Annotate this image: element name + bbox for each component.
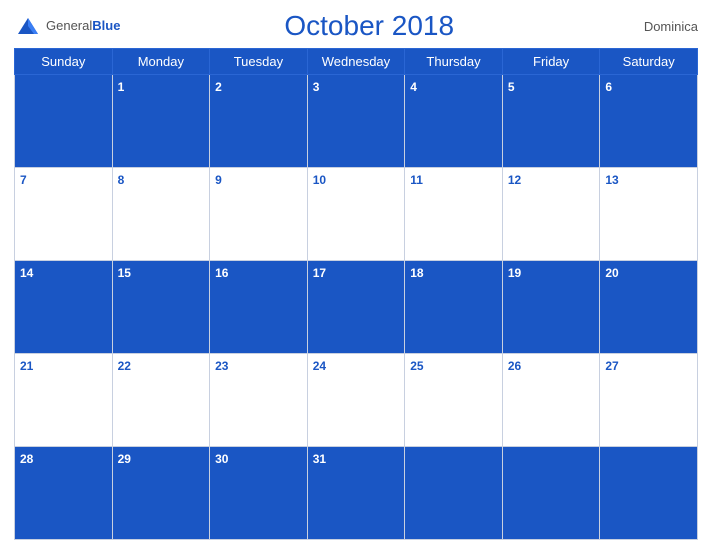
- calendar-cell: 9: [210, 168, 308, 261]
- day-number: 21: [20, 359, 33, 373]
- day-number: 29: [118, 452, 131, 466]
- day-header-thursday: Thursday: [405, 49, 503, 75]
- calendar-cell: 29: [112, 447, 210, 540]
- logo: GeneralBlue: [14, 12, 120, 40]
- week-row-3: 14 15 16 17 18 19 20: [15, 261, 698, 354]
- calendar-cell: 12: [502, 168, 600, 261]
- calendar-page: GeneralBlue October 2018 Dominica Sunday…: [0, 0, 712, 550]
- calendar-cell: 10: [307, 168, 405, 261]
- calendar-cell: 7: [15, 168, 113, 261]
- day-number: 24: [313, 359, 326, 373]
- day-number: 22: [118, 359, 131, 373]
- day-number: 4: [410, 80, 417, 94]
- calendar-table: SundayMondayTuesdayWednesdayThursdayFrid…: [14, 48, 698, 540]
- day-number: 6: [605, 80, 612, 94]
- day-number: 5: [508, 80, 515, 94]
- week-row-2: 7 8 9 10 11 12 13: [15, 168, 698, 261]
- day-number: 30: [215, 452, 228, 466]
- calendar-cell: [405, 447, 503, 540]
- day-number: 14: [20, 266, 33, 280]
- calendar-cell: 5: [502, 75, 600, 168]
- day-number: 13: [605, 173, 618, 187]
- calendar-cell: 3: [307, 75, 405, 168]
- calendar-cell: 14: [15, 261, 113, 354]
- calendar-cell: 23: [210, 354, 308, 447]
- day-number: 8: [118, 173, 125, 187]
- calendar-cell: [502, 447, 600, 540]
- day-number: 25: [410, 359, 423, 373]
- day-header-friday: Friday: [502, 49, 600, 75]
- calendar-cell: 8: [112, 168, 210, 261]
- day-number: 2: [215, 80, 222, 94]
- day-number: 3: [313, 80, 320, 94]
- calendar-cell: 18: [405, 261, 503, 354]
- logo-general: General: [46, 18, 92, 33]
- calendar-cell: [600, 447, 698, 540]
- calendar-cell: 15: [112, 261, 210, 354]
- week-row-1: 1 2 3 4 5 6: [15, 75, 698, 168]
- day-number: 20: [605, 266, 618, 280]
- day-number: 23: [215, 359, 228, 373]
- calendar-cell: [15, 75, 113, 168]
- logo-bird-icon: [14, 12, 42, 40]
- day-header-monday: Monday: [112, 49, 210, 75]
- week-row-5: 28 29 30 31: [15, 447, 698, 540]
- day-number: 16: [215, 266, 228, 280]
- day-header-saturday: Saturday: [600, 49, 698, 75]
- day-number: 7: [20, 173, 27, 187]
- day-number: 18: [410, 266, 423, 280]
- day-number: 28: [20, 452, 33, 466]
- day-number: 12: [508, 173, 521, 187]
- calendar-cell: 30: [210, 447, 308, 540]
- day-number: 10: [313, 173, 326, 187]
- calendar-cell: 22: [112, 354, 210, 447]
- day-number: 19: [508, 266, 521, 280]
- day-number: 9: [215, 173, 222, 187]
- calendar-title: October 2018: [120, 10, 618, 42]
- calendar-cell: 13: [600, 168, 698, 261]
- calendar-cell: 1: [112, 75, 210, 168]
- calendar-cell: 11: [405, 168, 503, 261]
- day-number: 11: [410, 173, 423, 187]
- day-number: 31: [313, 452, 326, 466]
- calendar-cell: 2: [210, 75, 308, 168]
- calendar-cell: 27: [600, 354, 698, 447]
- days-header-row: SundayMondayTuesdayWednesdayThursdayFrid…: [15, 49, 698, 75]
- day-header-sunday: Sunday: [15, 49, 113, 75]
- calendar-cell: 24: [307, 354, 405, 447]
- calendar-cell: 19: [502, 261, 600, 354]
- calendar-cell: 21: [15, 354, 113, 447]
- calendar-cell: 26: [502, 354, 600, 447]
- calendar-cell: 4: [405, 75, 503, 168]
- country-label: Dominica: [618, 19, 698, 34]
- logo-blue: Blue: [92, 18, 120, 33]
- day-number: 15: [118, 266, 131, 280]
- calendar-cell: 31: [307, 447, 405, 540]
- logo-text: GeneralBlue: [46, 17, 120, 35]
- week-row-4: 21 22 23 24 25 26 27: [15, 354, 698, 447]
- day-header-tuesday: Tuesday: [210, 49, 308, 75]
- header: GeneralBlue October 2018 Dominica: [14, 10, 698, 42]
- calendar-cell: 6: [600, 75, 698, 168]
- day-header-wednesday: Wednesday: [307, 49, 405, 75]
- calendar-cell: 25: [405, 354, 503, 447]
- calendar-cell: 17: [307, 261, 405, 354]
- day-number: 27: [605, 359, 618, 373]
- calendar-cell: 20: [600, 261, 698, 354]
- day-number: 1: [118, 80, 125, 94]
- calendar-cell: 28: [15, 447, 113, 540]
- day-number: 17: [313, 266, 326, 280]
- calendar-cell: 16: [210, 261, 308, 354]
- day-number: 26: [508, 359, 521, 373]
